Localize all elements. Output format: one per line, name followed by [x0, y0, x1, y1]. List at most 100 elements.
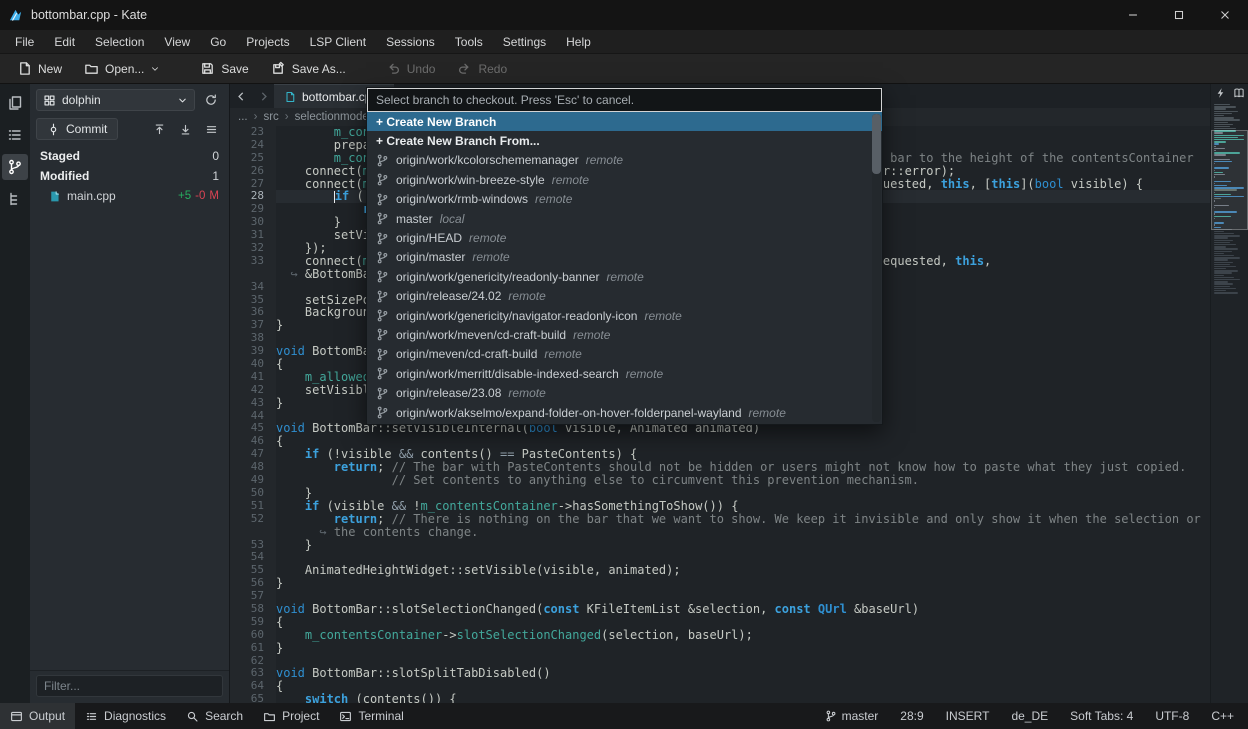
menu-item-file[interactable]: File [6, 32, 43, 52]
project-selector[interactable]: dolphin [36, 89, 195, 111]
staged-row[interactable]: Staged 0 [30, 146, 229, 166]
menu-item-sessions[interactable]: Sessions [377, 32, 444, 52]
menu-item-view[interactable]: View [155, 32, 199, 52]
diagnostics-icon [85, 710, 98, 723]
panel-empty-area [30, 206, 229, 670]
open-button[interactable]: Open... [75, 57, 169, 80]
menu-item-go[interactable]: Go [201, 32, 235, 52]
statusbar-tab-label: Project [282, 709, 319, 723]
modified-count: 1 [212, 169, 219, 183]
line-number [230, 268, 276, 281]
branch-item[interactable]: origin/HEADremote [367, 228, 882, 247]
line-content: void BottomBar::slotSelectionChanged(con… [276, 603, 1210, 616]
menu-item-tools[interactable]: Tools [446, 32, 492, 52]
status-28-9[interactable]: 28:9 [900, 709, 923, 723]
sidebar-tool-git[interactable] [2, 154, 28, 180]
popup-scrollbar[interactable] [872, 114, 881, 422]
branch-item[interactable]: origin/release/23.08remote [367, 383, 882, 402]
statusbar-tab-label: Terminal [358, 709, 403, 723]
branch-item[interactable]: origin/work/genericity/readonly-bannerre… [367, 267, 882, 286]
save-button[interactable]: Save [191, 57, 257, 80]
status-de-de[interactable]: de_DE [1011, 709, 1048, 723]
branch-tag: remote [535, 192, 572, 206]
nav-back-button[interactable] [230, 84, 252, 108]
status-soft-tabs-4[interactable]: Soft Tabs: 4 [1070, 709, 1133, 723]
undo-button[interactable]: Undo [377, 57, 445, 80]
branch-label: + Create New Branch [376, 115, 496, 129]
status-insert[interactable]: INSERT [946, 709, 990, 723]
menu-item-projects[interactable]: Projects [237, 32, 298, 52]
branch-tag: remote [552, 173, 589, 187]
menu-item-selection[interactable]: Selection [86, 32, 153, 52]
status-c[interactable]: C++ [1211, 709, 1234, 723]
code-line: 46{ [230, 435, 1210, 448]
minimap-column [1210, 84, 1248, 703]
sidebar-tool-outline[interactable] [2, 186, 28, 212]
branch-item[interactable]: masterlocal [367, 209, 882, 228]
push-button[interactable] [147, 118, 171, 140]
commit-button[interactable]: Commit [36, 118, 118, 140]
branch-item[interactable]: origin/work/win-breeze-styleremote [367, 170, 882, 189]
status-value: de_DE [1011, 709, 1048, 723]
popup-scrollbar-thumb[interactable] [872, 114, 881, 174]
branch-item[interactable]: origin/work/merritt/disable-indexed-sear… [367, 364, 882, 383]
menu-item-help[interactable]: Help [557, 32, 600, 52]
branch-label: origin/work/merritt/disable-indexed-sear… [396, 367, 619, 381]
save-as-icon [271, 61, 286, 76]
git-menu-button[interactable] [199, 118, 223, 140]
lightning-icon[interactable] [1215, 87, 1227, 99]
branch-action-item[interactable]: + Create New Branch [367, 112, 882, 131]
branch-label: master [396, 212, 433, 226]
save-icon [200, 61, 215, 76]
menu-bar: FileEditSelectionViewGoProjectsLSP Clien… [0, 30, 1248, 54]
close-button[interactable] [1202, 0, 1248, 30]
nav-forward-button[interactable] [252, 84, 274, 108]
sidebar-tool-symbols[interactable] [2, 122, 28, 148]
branch-checkout-popup: + Create New Branch + Create New Branch F… [366, 87, 883, 425]
minimap-viewport[interactable] [1211, 130, 1248, 230]
modified-row[interactable]: Modified 1 [30, 166, 229, 186]
statusbar-tab-project[interactable]: Project [253, 703, 329, 729]
code-line: 53 } [230, 539, 1210, 552]
refresh-button[interactable] [199, 89, 223, 111]
save-as-button[interactable]: Save As... [262, 57, 355, 80]
branch-item[interactable]: origin/meven/cd-craft-buildremote [367, 345, 882, 364]
maximize-button[interactable] [1156, 0, 1202, 30]
branch-tag: remote [573, 328, 610, 342]
code-line: 58void BottomBar::slotSelectionChanged(c… [230, 603, 1210, 616]
branch-item[interactable]: origin/release/24.02remote [367, 287, 882, 306]
menu-item-lsp-client[interactable]: LSP Client [301, 32, 375, 52]
minimap[interactable] [1211, 102, 1248, 703]
breadcrumb-selectionmode[interactable]: selectionmode [295, 111, 369, 123]
statusbar-tab-search[interactable]: Search [176, 703, 253, 729]
code-line: 56} [230, 577, 1210, 590]
modified-file-row[interactable]: main.cpp +5 -0 M [30, 186, 229, 206]
pull-button[interactable] [173, 118, 197, 140]
sidebar-tool-documents[interactable] [2, 90, 28, 116]
branch-label: origin/master [396, 250, 465, 264]
doc-new-icon [17, 61, 32, 76]
branch-item[interactable]: origin/work/rmb-windowsremote [367, 190, 882, 209]
filter-input[interactable] [36, 675, 223, 697]
book-icon[interactable] [1233, 87, 1245, 99]
minimize-button[interactable] [1110, 0, 1156, 30]
redo-button[interactable]: Redo [448, 57, 516, 80]
statusbar-tab-diagnostics[interactable]: Diagnostics [75, 703, 176, 729]
statusbar-tab-output[interactable]: Output [0, 703, 75, 729]
menu-item-settings[interactable]: Settings [494, 32, 555, 52]
branch-item[interactable]: origin/work/akselmo/expand-folder-on-hov… [367, 403, 882, 422]
branch-search-input[interactable] [367, 88, 882, 112]
status-utf-8[interactable]: UTF-8 [1155, 709, 1189, 723]
branch-item[interactable]: origin/work/meven/cd-craft-buildremote [367, 325, 882, 344]
branch-item[interactable]: origin/masterremote [367, 248, 882, 267]
breadcrumb-src[interactable]: src [263, 111, 278, 123]
git-branch-icon [376, 328, 389, 341]
new-button[interactable]: New [8, 57, 71, 80]
menu-item-edit[interactable]: Edit [45, 32, 84, 52]
branch-item[interactable]: origin/work/kcolorschememanagerremote [367, 151, 882, 170]
statusbar-tab-terminal[interactable]: Terminal [329, 703, 413, 729]
status-master[interactable]: master [825, 709, 879, 723]
branch-action-item[interactable]: + Create New Branch From... [367, 131, 882, 150]
branch-item[interactable]: origin/work/genericity/navigator-readonl… [367, 306, 882, 325]
breadcrumb-root[interactable]: ... [238, 111, 248, 123]
